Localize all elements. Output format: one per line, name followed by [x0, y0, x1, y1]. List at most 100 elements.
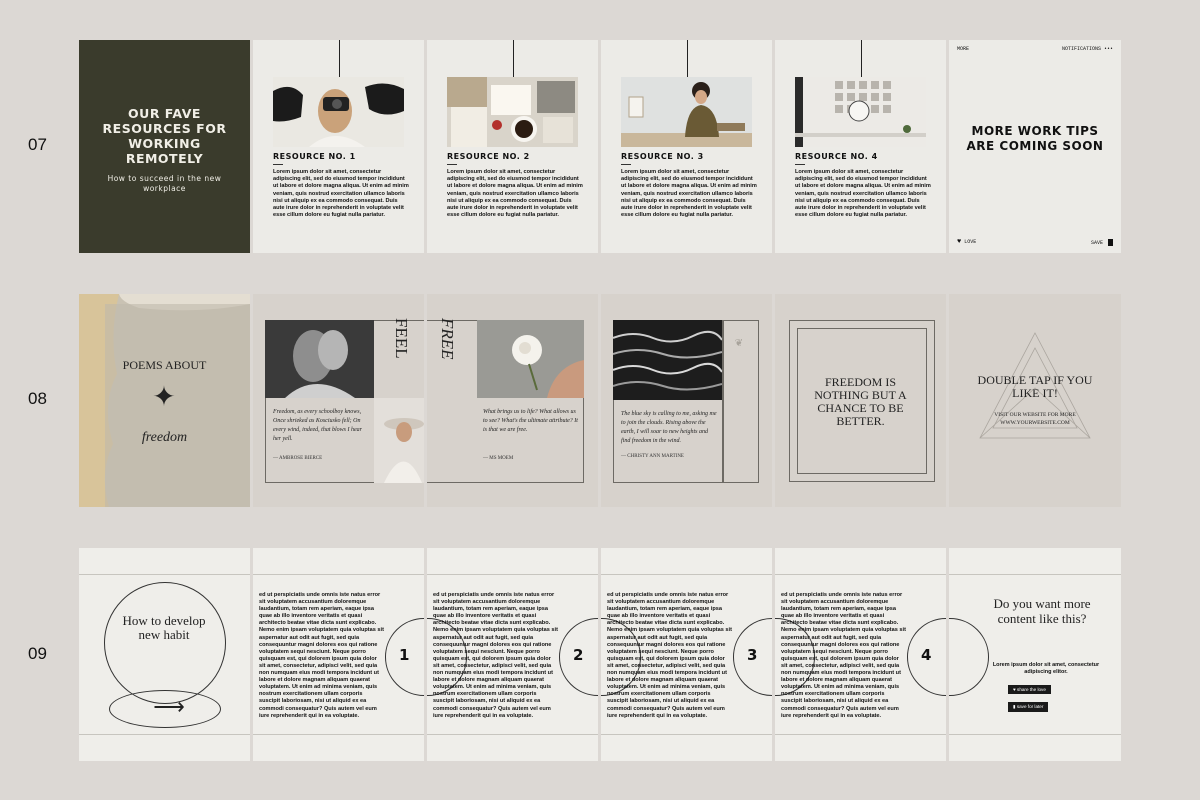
- divider: [949, 574, 1121, 575]
- divider: [253, 734, 424, 735]
- habit-cover-slide: How to develop new habit ⟶: [79, 548, 250, 761]
- share-button[interactable]: ♥ share the love: [1008, 685, 1051, 694]
- poem-cover-bottom: freedom: [141, 430, 188, 445]
- more-options-icon: •••: [1103, 46, 1113, 52]
- love-label: LOVE: [964, 239, 977, 245]
- sparkle-icon: ✦: [152, 382, 176, 413]
- divider: [79, 734, 250, 735]
- quote-2: What brings us to life? What allows us t…: [483, 409, 578, 433]
- hanging-line: [513, 40, 514, 78]
- slide-number: 4: [921, 646, 932, 664]
- bookmark-icon: [1108, 239, 1113, 246]
- cta-title: Do you want more content like this?: [993, 596, 1091, 626]
- poem-spread-right: FREE What brings us to life? What allows…: [427, 294, 598, 507]
- title-circle: [104, 582, 226, 704]
- heart-icon: ♥: [957, 238, 962, 246]
- row-label-07: 07: [28, 135, 47, 154]
- divider: [601, 574, 772, 575]
- coffee-book-photo: [447, 77, 578, 147]
- resource-slide: RESOURCE NO. 2 Lorem ipsum dolor sit ame…: [427, 40, 598, 253]
- resource-title: RESOURCE NO. 3: [621, 152, 704, 161]
- hanging-line: [861, 40, 862, 78]
- save-later-button[interactable]: ▮ save for later: [1008, 702, 1049, 712]
- watercolor-stroke: ❦: [734, 338, 744, 349]
- slide-number: 2: [573, 646, 584, 664]
- resource-body: Lorem ipsum dolor sit amet, consectetur …: [621, 169, 757, 219]
- water-photo: [613, 320, 722, 400]
- cover-slide: OUR FAVE RESOURCES FOR WORKING REMOTELY …: [79, 40, 250, 253]
- quote-author-3: — CHRISTY ANN MARTINE: [621, 454, 684, 459]
- numbered-slide: ed ut perspiciatis unde omnis iste natus…: [253, 548, 424, 761]
- habit-cover-title: How to develop new habit: [122, 613, 206, 642]
- row-label-09: 09: [28, 644, 47, 663]
- couple-photo: [265, 320, 374, 398]
- more-label: MORE: [957, 46, 970, 52]
- share-label: share the love: [1017, 687, 1046, 692]
- workspace-photo: [795, 77, 926, 147]
- slide-body: ed ut perspiciatis unde omnis iste natus…: [433, 592, 558, 719]
- photographer-photo: [273, 77, 404, 147]
- final-title: MORE WORK TIPS ARE COMING SOON: [966, 124, 1104, 153]
- quote-1: Freedom, as every schoolboy knows, Once …: [273, 409, 362, 442]
- divider: [601, 734, 772, 735]
- slide-body: ed ut perspiciatis unde omnis iste natus…: [607, 592, 732, 719]
- final-slide: MORE NOTIFICATIONS ••• MORE WORK TIPS AR…: [949, 40, 1121, 253]
- divider: [621, 164, 631, 165]
- divider: [427, 734, 598, 735]
- divider: [722, 320, 724, 483]
- save-row: SAVE: [1091, 239, 1113, 246]
- cta-text: Lorem ipsum dolor sit amet, consectetur …: [992, 662, 1100, 675]
- hanging-line: [687, 40, 688, 78]
- feel-word: FEEL: [392, 318, 411, 359]
- poem-slide: ❦ The blue sky is calling to me, asking …: [601, 294, 772, 507]
- resource-body: Lorem ipsum dolor sit amet, consectetur …: [447, 169, 583, 219]
- divider: [427, 574, 598, 575]
- divider: [775, 734, 946, 735]
- numbered-slide: ed ut perspiciatis unde omnis iste natus…: [775, 548, 946, 761]
- notifications-label: NOTIFICATIONS: [1061, 46, 1101, 52]
- resource-title: RESOURCE NO. 2: [447, 152, 530, 161]
- numbered-slide: ed ut perspiciatis unde omnis iste natus…: [601, 548, 772, 761]
- divider: [79, 574, 250, 575]
- row-label-08: 08: [28, 389, 47, 408]
- resource-body: Lorem ipsum dolor sit amet, consectetur …: [795, 169, 931, 219]
- center-quote: FREEDOM IS NOTHING BUT A CHANCE TO BE BE…: [814, 375, 907, 428]
- divider: [795, 164, 805, 165]
- quote-author-1: — AMBROSE BIERCE: [273, 456, 323, 461]
- resource-slide: RESOURCE NO. 4 Lorem ipsum dolor sit ame…: [775, 40, 946, 253]
- resource-slide: RESOURCE NO. 1 Lorem ipsum dolor sit ame…: [253, 40, 424, 253]
- hanging-line: [339, 40, 340, 78]
- divider: [775, 574, 946, 575]
- cover-title: OUR FAVE RESOURCES FOR WORKING REMOTELY: [102, 106, 227, 166]
- hat-woman-photo: [374, 398, 424, 483]
- number-circle: [949, 618, 989, 696]
- cta-slide: Do you want more content like this? Lore…: [949, 548, 1121, 761]
- save-label: SAVE: [1090, 239, 1103, 246]
- slide-number: 1: [399, 646, 410, 664]
- quote-author-2: — MS MOEM: [483, 456, 514, 461]
- resource-title: RESOURCE NO. 1: [273, 152, 356, 161]
- website-url[interactable]: WWW.YOURWEBSITE.COM: [959, 420, 1111, 426]
- woman-working-photo: [621, 77, 752, 147]
- double-tap-title: DOUBLE TAP IF YOU LIKE IT!: [977, 373, 1093, 400]
- poem-cover-slide: POEMS ABOUT ✦ freedom: [79, 294, 250, 507]
- arrow-right-icon[interactable]: ⟶: [139, 694, 199, 720]
- cover-subtitle: How to succeed in the new workplace: [107, 174, 222, 193]
- notifications-bar: NOTIFICATIONS •••: [1062, 46, 1113, 52]
- divider: [273, 164, 283, 165]
- quote-slide: FREEDOM IS NOTHING BUT A CHANCE TO BE BE…: [775, 294, 946, 507]
- double-tap-slide: DOUBLE TAP IF YOU LIKE IT! VISIT OUR WEB…: [949, 294, 1121, 507]
- resource-slide: RESOURCE NO. 3 Lorem ipsum dolor sit ame…: [601, 40, 772, 253]
- poem-spread-left: FEEL Freedom, as every schoolboy knows, …: [253, 294, 424, 507]
- slide-number: 3: [747, 646, 758, 664]
- resource-title: RESOURCE NO. 4: [795, 152, 878, 161]
- save-later-label: save for later: [1016, 704, 1044, 709]
- divider: [949, 734, 1121, 735]
- numbered-slide: ed ut perspiciatis unde omnis iste natus…: [427, 548, 598, 761]
- visit-text: VISIT OUR WEBSITE FOR MORE: [994, 412, 1076, 418]
- flower-photo: [477, 320, 584, 398]
- divider: [253, 574, 424, 575]
- quote-3: The blue sky is calling to me, asking me…: [621, 411, 717, 444]
- divider: [447, 164, 457, 165]
- poem-cover-top: POEMS ABOUT: [122, 358, 207, 372]
